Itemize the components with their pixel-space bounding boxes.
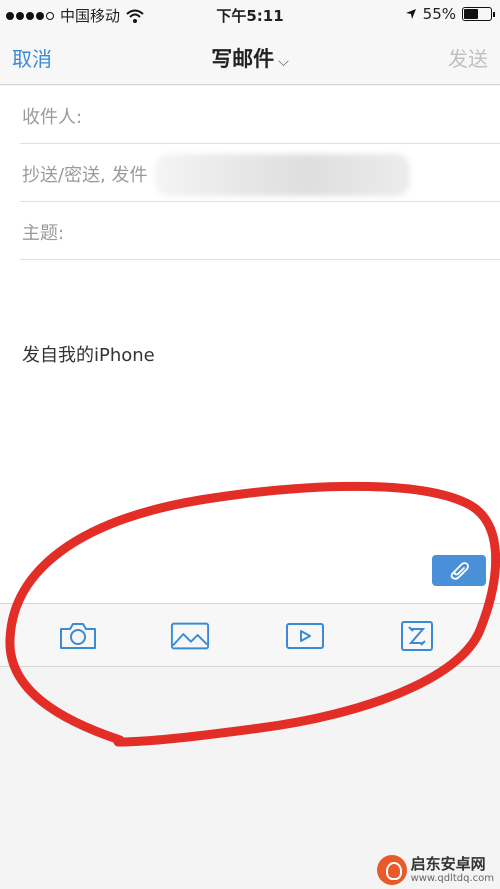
battery-fill [464,9,479,19]
email-body[interactable]: 发自我的iPhone [22,341,155,367]
subject-field-label: 主题: [22,223,65,244]
location-arrow-icon [405,9,416,19]
cc-bcc-field[interactable]: 抄送/密送, 发件 [20,144,500,202]
chevron-down-icon: ⌵ [278,54,289,70]
battery-percent: 55% [422,5,456,23]
photo-button[interactable] [170,618,210,654]
compose-area: 收件人: 抄送/密送, 发件 主题: 发自我的iPhone [0,86,500,606]
to-field[interactable]: 收件人: [20,86,500,144]
camera-button[interactable] [58,618,98,654]
send-button[interactable]: 发送 [448,43,488,72]
status-bar: 中国移动 下午5:11 55% [0,0,500,30]
attachment-toolbar [0,603,500,667]
battery-icon [462,7,495,21]
camera-icon [60,623,96,649]
watermark-url: www.qdltdq.com [410,872,494,884]
watermark-name: 启东安卓网 [410,855,486,874]
to-field-label: 收件人: [22,107,83,128]
blurred-sender [155,154,410,196]
compose-title-text: 写邮件 [211,47,275,71]
paperclip-icon [450,561,469,580]
scan-button[interactable] [397,618,437,654]
watermark-logo [376,855,407,885]
photo-icon [170,622,210,650]
cc-bcc-field-label: 抄送/密送, 发件 [22,165,148,186]
video-icon [286,623,324,649]
watermark-text: 启东安卓网 www.qdltdq.com [411,856,494,884]
subject-field[interactable]: 主题: [20,202,500,260]
compose-title[interactable]: 写邮件 ⌵ [0,43,500,73]
scan-icon [401,621,433,651]
attachment-button[interactable] [432,555,486,586]
watermark: 启东安卓网 www.qdltdq.com [376,855,494,885]
nav-bar: 取消 写邮件 ⌵ 发送 [0,30,500,85]
video-button[interactable] [285,618,325,654]
status-right: 55% [405,5,495,23]
